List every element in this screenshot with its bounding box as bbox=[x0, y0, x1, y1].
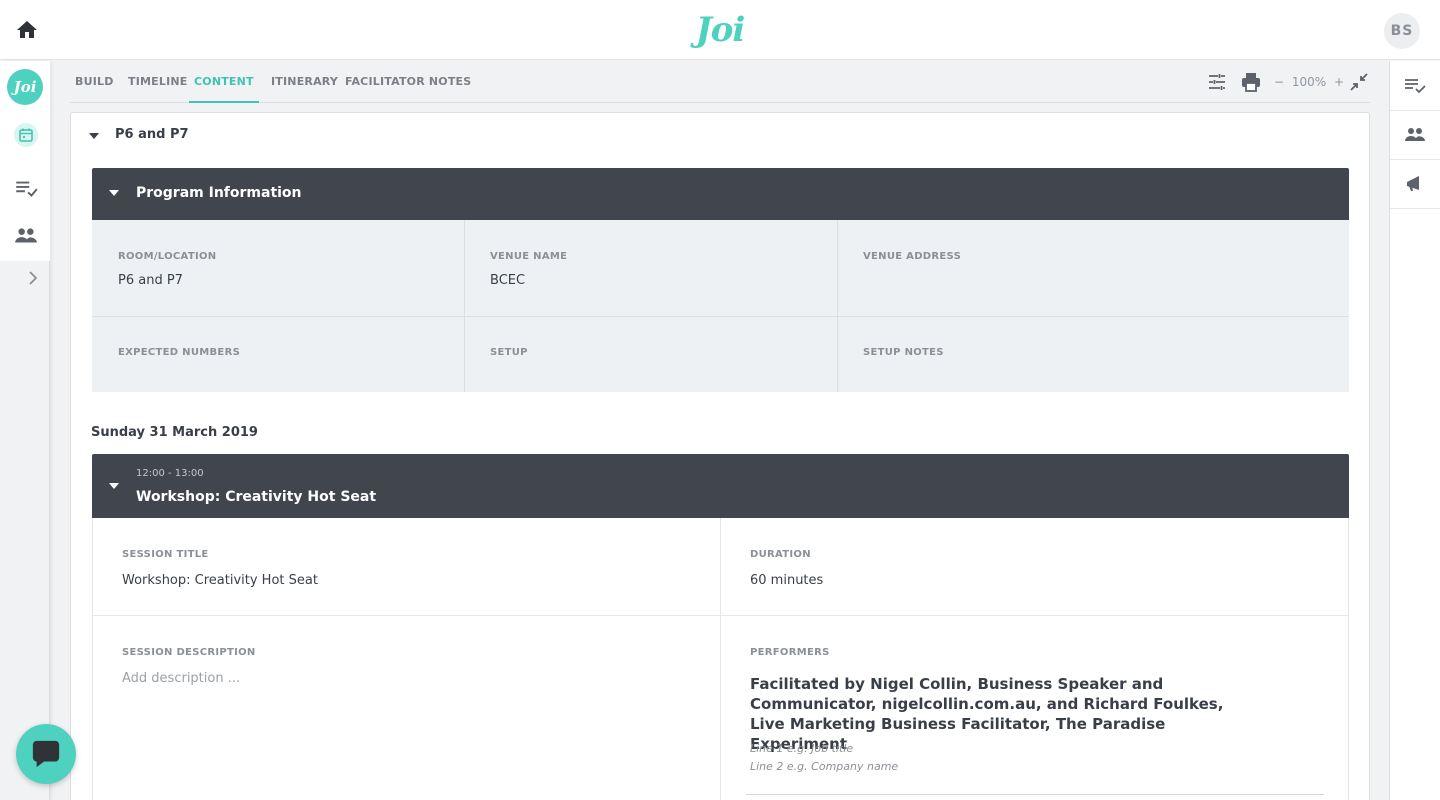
room-location-value: P6 and P7 bbox=[118, 273, 183, 288]
session-description-label: SESSION DESCRIPTION bbox=[122, 647, 256, 658]
program-info-grid: ROOM/LOCATION P6 and P7 VENUE NAME BCEC … bbox=[92, 220, 1349, 392]
performer-line1-input[interactable]: Line 1 e.g. Job title bbox=[750, 742, 853, 755]
right-people-button[interactable] bbox=[1390, 110, 1440, 160]
setup-notes-label: SETUP NOTES bbox=[863, 347, 944, 358]
app-logo[interactable]: Joi bbox=[692, 8, 748, 52]
session-header[interactable]: 12:00 - 13:00 Workshop: Creativity Hot S… bbox=[92, 454, 1349, 518]
checklist-icon bbox=[1405, 79, 1426, 94]
megaphone-icon bbox=[1407, 176, 1419, 191]
collapse-arrows-icon[interactable] bbox=[1348, 71, 1370, 93]
duration-label: DURATION bbox=[750, 549, 811, 560]
calendar-icon[interactable] bbox=[14, 123, 38, 147]
room-location-label: ROOM/LOCATION bbox=[118, 251, 217, 262]
session-time: 12:00 - 13:00 bbox=[136, 468, 204, 479]
people-icon bbox=[1405, 128, 1425, 141]
chevron-right-icon[interactable] bbox=[25, 270, 41, 286]
zoom-in-button[interactable]: + bbox=[1334, 75, 1344, 89]
performers-cell: PERFORMERS Facilitated by Nigel Collin, … bbox=[721, 616, 1348, 800]
performer-line2-input[interactable]: Line 2 e.g. Company name bbox=[750, 760, 898, 773]
print-icon[interactable] bbox=[1240, 71, 1262, 93]
group-collapse-caret-icon[interactable] bbox=[89, 133, 99, 139]
performer-divider bbox=[746, 794, 1324, 795]
left-sidebar-nav: Joi bbox=[0, 61, 50, 261]
tab-content[interactable]: CONTENT bbox=[189, 61, 259, 103]
tab-facilitator-notes[interactable]: FACILITATOR NOTES bbox=[345, 61, 471, 103]
chat-bubble-icon bbox=[32, 740, 60, 768]
session-title-cell[interactable]: SESSION TITLE Workshop: Creativity Hot S… bbox=[93, 518, 721, 616]
content-panel: P6 and P7 Program Information ROOM/LOCAT… bbox=[70, 112, 1370, 800]
performers-label: PERFORMERS bbox=[750, 647, 830, 658]
session-details-grid: SESSION TITLE Workshop: Creativity Hot S… bbox=[92, 518, 1349, 800]
setup-notes-cell[interactable]: SETUP NOTES bbox=[838, 317, 1349, 392]
program-info-header[interactable]: Program Information bbox=[92, 168, 1349, 220]
home-icon[interactable] bbox=[15, 18, 39, 42]
tabs-bar: BUILD TIMELINE CONTENT ITINERARY FACILIT… bbox=[70, 61, 1370, 103]
tab-itinerary[interactable]: ITINERARY bbox=[271, 61, 338, 103]
session-description-input[interactable]: Add description ... bbox=[122, 671, 240, 686]
session-caret-icon[interactable] bbox=[109, 483, 119, 489]
setup-label: SETUP bbox=[490, 347, 528, 358]
program-info-title: Program Information bbox=[136, 185, 302, 201]
venue-address-cell[interactable]: VENUE ADDRESS bbox=[838, 220, 1349, 317]
program-info-caret-icon[interactable] bbox=[109, 190, 119, 196]
checklist-icon[interactable] bbox=[13, 175, 39, 201]
tab-timeline[interactable]: TIMELINE bbox=[128, 61, 187, 103]
chat-support-button[interactable] bbox=[16, 724, 76, 784]
room-location-cell[interactable]: ROOM/LOCATION P6 and P7 bbox=[92, 220, 465, 317]
event-badge[interactable]: Joi bbox=[7, 69, 43, 105]
zoom-out-button[interactable]: − bbox=[1274, 75, 1284, 89]
filter-sliders-icon[interactable] bbox=[1206, 71, 1228, 93]
right-announce-button[interactable] bbox=[1390, 159, 1440, 209]
session-title-label: SESSION TITLE bbox=[122, 549, 209, 560]
expected-numbers-cell[interactable]: EXPECTED NUMBERS bbox=[92, 317, 465, 392]
duration-cell[interactable]: DURATION 60 minutes bbox=[721, 518, 1348, 616]
expected-numbers-label: EXPECTED NUMBERS bbox=[118, 347, 241, 358]
right-checklist-button[interactable] bbox=[1390, 61, 1440, 111]
duration-value: 60 minutes bbox=[750, 573, 824, 588]
session-description-cell[interactable]: SESSION DESCRIPTION Add description ... bbox=[93, 616, 721, 800]
setup-cell[interactable]: SETUP bbox=[465, 317, 838, 392]
venue-name-label: VENUE NAME bbox=[490, 251, 568, 262]
left-sidebar: Joi bbox=[0, 61, 50, 800]
session-title-value: Workshop: Creativity Hot Seat bbox=[122, 573, 318, 588]
session-header-title: Workshop: Creativity Hot Seat bbox=[136, 489, 377, 505]
people-icon[interactable] bbox=[13, 223, 39, 249]
venue-name-value: BCEC bbox=[490, 273, 526, 288]
right-sidebar bbox=[1389, 61, 1440, 800]
venue-name-cell[interactable]: VENUE NAME BCEC bbox=[465, 220, 838, 317]
tab-build[interactable]: BUILD bbox=[75, 61, 114, 103]
date-heading: Sunday 31 March 2019 bbox=[91, 425, 258, 440]
group-title: P6 and P7 bbox=[115, 127, 189, 142]
zoom-level: 100% bbox=[1291, 75, 1327, 89]
user-avatar[interactable]: BS bbox=[1384, 13, 1420, 49]
venue-address-label: VENUE ADDRESS bbox=[863, 251, 962, 262]
top-bar: Joi BS bbox=[0, 0, 1440, 60]
zoom-control: − 100% + bbox=[1274, 61, 1344, 103]
